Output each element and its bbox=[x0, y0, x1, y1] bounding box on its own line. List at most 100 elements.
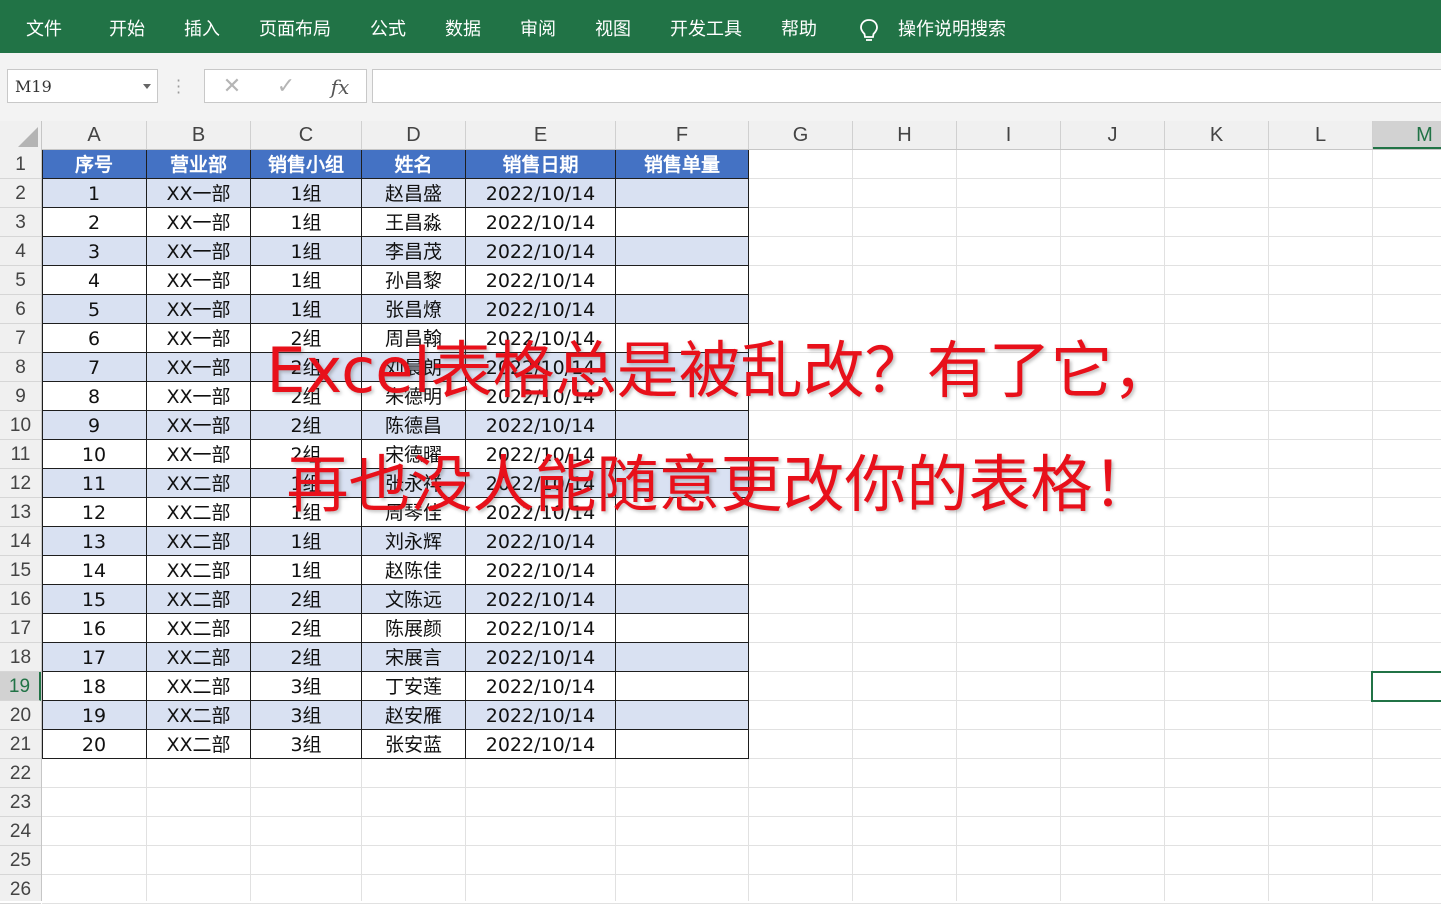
table-cell[interactable]: 2022/10/14 bbox=[466, 266, 616, 295]
column-header-j[interactable]: J bbox=[1061, 121, 1165, 149]
table-cell[interactable]: 2组 bbox=[251, 614, 362, 643]
column-header-b[interactable]: B bbox=[147, 121, 251, 149]
table-cell[interactable]: 王昌淼 bbox=[362, 208, 466, 237]
table-cell[interactable]: 9 bbox=[42, 411, 147, 440]
table-cell[interactable] bbox=[616, 614, 749, 643]
table-cell[interactable]: 15 bbox=[42, 585, 147, 614]
table-cell[interactable]: 14 bbox=[42, 556, 147, 585]
table-cell[interactable]: XX二部 bbox=[147, 672, 251, 701]
table-cell[interactable] bbox=[616, 643, 749, 672]
table-header-cell[interactable]: 销售日期 bbox=[466, 150, 616, 179]
lightbulb-icon[interactable] bbox=[857, 18, 881, 44]
table-cell[interactable] bbox=[616, 295, 749, 324]
table-cell[interactable]: 19 bbox=[42, 701, 147, 730]
table-cell[interactable]: 2组 bbox=[251, 585, 362, 614]
table-cell[interactable] bbox=[616, 701, 749, 730]
column-header-a[interactable]: A bbox=[42, 121, 147, 149]
table-cell[interactable] bbox=[616, 237, 749, 266]
row-header-6[interactable]: 6 bbox=[0, 295, 41, 324]
table-cell[interactable]: 赵陈佳 bbox=[362, 556, 466, 585]
menu-page-layout[interactable]: 页面布局 bbox=[259, 0, 331, 53]
menu-view[interactable]: 视图 bbox=[595, 0, 631, 53]
table-cell[interactable] bbox=[616, 208, 749, 237]
row-header-5[interactable]: 5 bbox=[0, 266, 41, 295]
row-header-1[interactable]: 1 bbox=[0, 150, 41, 179]
row-header-26[interactable]: 26 bbox=[0, 875, 41, 904]
table-cell[interactable]: 孙昌黎 bbox=[362, 266, 466, 295]
table-cell[interactable]: 2组 bbox=[251, 411, 362, 440]
table-cell[interactable]: XX二部 bbox=[147, 614, 251, 643]
table-cell[interactable] bbox=[616, 556, 749, 585]
table-cell[interactable]: 张昌燎 bbox=[362, 295, 466, 324]
table-cell[interactable]: 1组 bbox=[251, 179, 362, 208]
table-cell[interactable]: 张安蓝 bbox=[362, 730, 466, 759]
row-header-15[interactable]: 15 bbox=[0, 556, 41, 585]
row-header-22[interactable]: 22 bbox=[0, 759, 41, 788]
table-cell[interactable] bbox=[616, 266, 749, 295]
table-cell[interactable] bbox=[616, 411, 749, 440]
table-header-cell[interactable]: 营业部 bbox=[147, 150, 251, 179]
table-cell[interactable]: 4 bbox=[42, 266, 147, 295]
row-header-19[interactable]: 19 bbox=[0, 672, 41, 701]
table-cell[interactable]: 16 bbox=[42, 614, 147, 643]
table-header-cell[interactable]: 姓名 bbox=[362, 150, 466, 179]
table-cell[interactable]: 2022/10/14 bbox=[466, 295, 616, 324]
column-header-g[interactable]: G bbox=[749, 121, 853, 149]
row-header-10[interactable]: 10 bbox=[0, 411, 41, 440]
table-cell[interactable]: 17 bbox=[42, 643, 147, 672]
column-header-e[interactable]: E bbox=[466, 121, 616, 149]
table-cell[interactable]: 3 bbox=[42, 237, 147, 266]
column-header-h[interactable]: H bbox=[853, 121, 957, 149]
table-cell[interactable]: 陈展颜 bbox=[362, 614, 466, 643]
table-cell[interactable]: 20 bbox=[42, 730, 147, 759]
formula-input[interactable] bbox=[372, 69, 1441, 103]
table-cell[interactable]: 2022/10/14 bbox=[466, 527, 616, 556]
row-header-16[interactable]: 16 bbox=[0, 585, 41, 614]
table-cell[interactable]: 1 bbox=[42, 179, 147, 208]
row-header-25[interactable]: 25 bbox=[0, 846, 41, 875]
cancel-icon[interactable]: ✕ bbox=[217, 74, 247, 100]
table-cell[interactable]: 宋展言 bbox=[362, 643, 466, 672]
table-cell[interactable]: XX二部 bbox=[147, 556, 251, 585]
table-cell[interactable]: XX一部 bbox=[147, 295, 251, 324]
table-cell[interactable]: 2022/10/14 bbox=[466, 643, 616, 672]
table-cell[interactable]: 2022/10/14 bbox=[466, 179, 616, 208]
table-cell[interactable]: 丁安莲 bbox=[362, 672, 466, 701]
table-cell[interactable]: 2022/10/14 bbox=[466, 237, 616, 266]
table-cell[interactable]: 赵昌盛 bbox=[362, 179, 466, 208]
row-header-20[interactable]: 20 bbox=[0, 701, 41, 730]
table-cell[interactable]: 13 bbox=[42, 527, 147, 556]
table-cell[interactable]: 18 bbox=[42, 672, 147, 701]
column-header-m[interactable]: M bbox=[1373, 121, 1441, 149]
menu-data[interactable]: 数据 bbox=[445, 0, 481, 53]
table-cell[interactable]: 刘永辉 bbox=[362, 527, 466, 556]
row-header-18[interactable]: 18 bbox=[0, 643, 41, 672]
menu-file[interactable]: 文件 bbox=[26, 0, 62, 53]
table-cell[interactable]: 5 bbox=[42, 295, 147, 324]
insert-function-icon[interactable]: fx bbox=[325, 74, 355, 100]
table-cell[interactable]: XX一部 bbox=[147, 208, 251, 237]
row-header-4[interactable]: 4 bbox=[0, 237, 41, 266]
table-cell[interactable] bbox=[616, 585, 749, 614]
tell-me-search[interactable]: 操作说明搜索 bbox=[898, 0, 1006, 53]
table-cell[interactable] bbox=[616, 730, 749, 759]
column-header-k[interactable]: K bbox=[1165, 121, 1269, 149]
table-cell[interactable]: 文陈远 bbox=[362, 585, 466, 614]
table-cell[interactable]: XX二部 bbox=[147, 701, 251, 730]
table-cell[interactable] bbox=[616, 179, 749, 208]
table-cell[interactable]: 2组 bbox=[251, 643, 362, 672]
table-cell[interactable]: 3组 bbox=[251, 701, 362, 730]
table-header-cell[interactable]: 销售单量 bbox=[616, 150, 749, 179]
table-cell[interactable] bbox=[616, 527, 749, 556]
menu-help[interactable]: 帮助 bbox=[781, 0, 817, 53]
table-cell[interactable]: 2022/10/14 bbox=[466, 730, 616, 759]
row-header-23[interactable]: 23 bbox=[0, 788, 41, 817]
drag-handle-icon[interactable]: · · · bbox=[176, 73, 181, 101]
menu-review[interactable]: 审阅 bbox=[520, 0, 556, 53]
table-cell[interactable]: 2022/10/14 bbox=[466, 411, 616, 440]
table-cell[interactable]: 1组 bbox=[251, 266, 362, 295]
table-cell[interactable]: 李昌茂 bbox=[362, 237, 466, 266]
confirm-icon[interactable]: ✓ bbox=[271, 74, 301, 100]
select-all-corner[interactable] bbox=[0, 121, 42, 150]
table-cell[interactable]: 2022/10/14 bbox=[466, 556, 616, 585]
